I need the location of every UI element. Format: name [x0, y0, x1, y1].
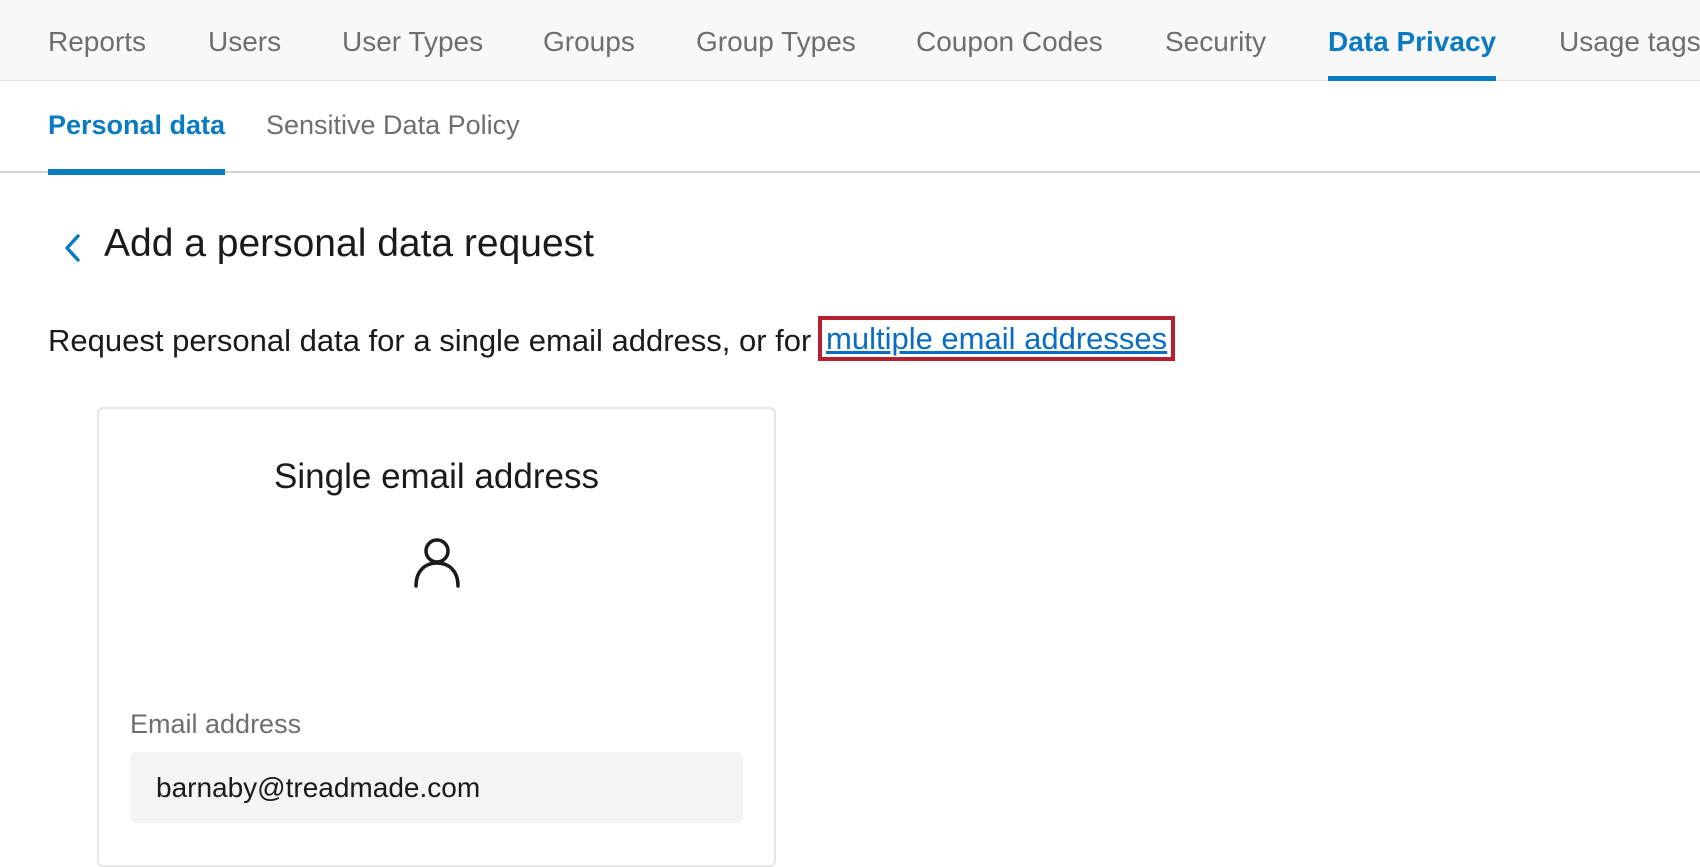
tab-usage-tags[interactable]: Usage tags: [1559, 0, 1700, 81]
subtab-personal-data[interactable]: Personal data: [48, 81, 226, 175]
card-title: Single email address: [274, 457, 599, 496]
person-icon: [412, 536, 462, 588]
multiple-email-addresses-link[interactable]: multiple email addresses: [826, 321, 1167, 356]
intro-line: Request personal data for a single email…: [48, 316, 1176, 363]
tab-groups[interactable]: Groups: [543, 0, 635, 81]
page-title: Add a personal data request: [104, 222, 595, 265]
back-button[interactable]: [58, 228, 90, 268]
highlight-box: multiple email addresses: [818, 316, 1176, 361]
top-nav: Reports Users User Types Groups Group Ty…: [0, 0, 1700, 82]
tab-reports[interactable]: Reports: [48, 0, 146, 81]
chevron-left-icon: [65, 234, 80, 262]
tab-user-types[interactable]: User Types: [342, 0, 483, 81]
single-email-card[interactable]: Single email address Email address: [97, 407, 776, 867]
tab-users[interactable]: Users: [208, 0, 281, 81]
subtab-sensitive-data-policy[interactable]: Sensitive Data Policy: [266, 81, 520, 173]
tab-security[interactable]: Security: [1165, 0, 1266, 81]
intro-text: Request personal data for a single email…: [48, 323, 812, 358]
tab-group-types[interactable]: Group Types: [696, 0, 856, 81]
email-address-label: Email address: [130, 709, 302, 739]
tab-data-privacy[interactable]: Data Privacy: [1328, 0, 1497, 82]
tab-coupon-codes[interactable]: Coupon Codes: [916, 0, 1103, 81]
sub-nav: Personal data Sensitive Data Policy: [0, 81, 1700, 175]
email-address-input[interactable]: [130, 752, 743, 823]
